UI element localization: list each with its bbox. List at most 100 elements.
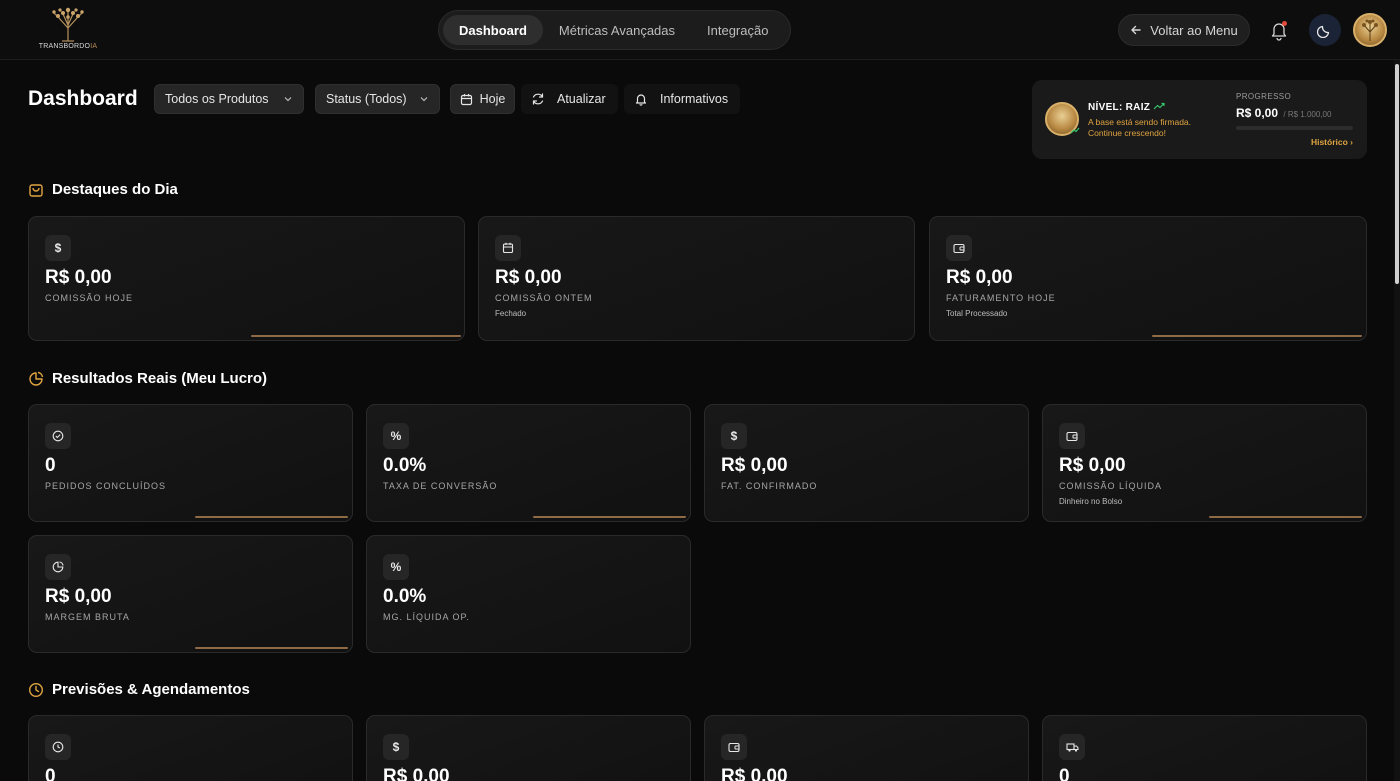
- chevron-right-icon: ›: [1350, 137, 1353, 147]
- card-gross-margin: R$ 0,00 MARGEM BRUTA: [28, 535, 353, 653]
- notifications-button[interactable]: [1268, 18, 1290, 42]
- page-title: Dashboard: [28, 87, 138, 110]
- chevron-down-icon: [284, 97, 292, 102]
- card-value: 0.0%: [383, 455, 427, 476]
- card-value: 0: [45, 455, 56, 476]
- history-link[interactable]: Histórico ›: [1311, 137, 1353, 147]
- back-to-menu-button[interactable]: Voltar ao Menu: [1118, 14, 1250, 46]
- today-button[interactable]: Hoje: [450, 84, 515, 114]
- bell-icon: [635, 94, 647, 106]
- chevron-down-icon: [420, 97, 428, 102]
- card-value: R$ 0,00: [946, 267, 1013, 288]
- trend-up-icon: [1070, 127, 1080, 134]
- check-circle-icon: [45, 423, 71, 449]
- tree-emblem-icon: [1362, 19, 1378, 41]
- dollar-icon: $: [45, 235, 71, 261]
- pie-chart-icon: [29, 371, 44, 386]
- card-net-margin: % 0.0% MG. LÍQUIDA OP.: [366, 535, 691, 653]
- card-subtitle: Fechado: [495, 309, 527, 318]
- section-title-results-label: Resultados Reais (Meu Lucro): [52, 370, 268, 387]
- logo[interactable]: TRANSBORDOIA: [36, 6, 100, 54]
- tab-dashboard[interactable]: Dashboard: [443, 15, 543, 45]
- card-label: COMISSÃO HOJE: [45, 293, 134, 303]
- section-title-forecasts-label: Previsões & Agendamentos: [52, 681, 250, 698]
- card-label: PEDIDOS CONCLUÍDOS: [45, 481, 167, 491]
- shopping-bag-icon: [29, 183, 43, 197]
- scrollbar-thumb[interactable]: [1395, 64, 1399, 284]
- main-tabs: Dashboard Métricas Avançadas Integração: [438, 10, 791, 50]
- calendar-icon: [495, 235, 521, 261]
- section-title-highlights-label: Destaques do Dia: [52, 181, 178, 198]
- wallet-icon: [721, 734, 747, 760]
- card-commission-yesterday: R$ 0,00 COMISSÃO ONTEM Fechado: [478, 216, 915, 341]
- card-value: R$ 0,00: [45, 586, 112, 607]
- card-accent-line: [195, 647, 348, 649]
- info-label: Informativos: [660, 92, 729, 106]
- card-value: R$ 0,00: [721, 766, 788, 781]
- products-select[interactable]: Todos os Produtos: [154, 84, 304, 114]
- pie-icon: [45, 554, 71, 580]
- card-conversion-rate: % 0.0% TAXA DE CONVERSÃO: [366, 404, 691, 522]
- section-title-highlights: Destaques do Dia: [28, 181, 178, 198]
- card-value: 0.0%: [383, 586, 427, 607]
- card-label: MARGEM BRUTA: [45, 612, 130, 622]
- card-value: R$ 0,00: [1059, 455, 1126, 476]
- history-label: Histórico: [1310, 137, 1348, 147]
- level-title: NÍVEL: RAIZ: [1088, 102, 1151, 113]
- today-label: Hoje: [479, 92, 506, 106]
- progress-goal: / R$ 1.000,00: [1283, 110, 1332, 119]
- card-forecast-value: $ R$ 0,00: [366, 715, 691, 781]
- progress-bar: [1236, 126, 1353, 130]
- section-title-results: Resultados Reais (Meu Lucro): [28, 370, 267, 387]
- card-value: R$ 0,00: [495, 267, 562, 288]
- clock-icon: [45, 734, 71, 760]
- back-to-menu-label: Voltar ao Menu: [1150, 22, 1238, 38]
- level-description: A base está sendo firmada. Continue cres…: [1088, 117, 1192, 138]
- calendar-icon: [460, 93, 472, 105]
- wallet-icon: [1059, 423, 1085, 449]
- refresh-icon: [532, 93, 544, 105]
- products-select-value: Todos os Produtos: [165, 92, 269, 106]
- card-commission-today: $ R$ 0,00 COMISSÃO HOJE: [28, 216, 465, 341]
- card-value: 0: [1059, 766, 1070, 781]
- user-avatar[interactable]: [1353, 13, 1387, 47]
- card-value: R$ 0,00: [383, 766, 450, 781]
- card-accent-line: [195, 516, 348, 518]
- card-revenue-today: R$ 0,00 FATURAMENTO HOJE Total Processad…: [929, 216, 1367, 341]
- card-label: FAT. CONFIRMADO: [721, 481, 818, 491]
- card-label: FATURAMENTO HOJE: [946, 293, 1056, 303]
- arrow-left-icon: [1131, 25, 1141, 35]
- clock-icon: [28, 682, 44, 697]
- dollar-icon: $: [721, 423, 747, 449]
- card-label: MG. LÍQUIDA OP.: [383, 612, 470, 622]
- progress-label: PROGRESSO: [1236, 92, 1292, 101]
- logo-text: TRANSBORDO: [38, 43, 91, 50]
- notification-dot: [1282, 21, 1287, 26]
- percent-icon: %: [383, 423, 409, 449]
- card-value: 0: [45, 766, 56, 781]
- card-accent-line: [533, 516, 686, 518]
- card-value: R$ 0,00: [721, 455, 788, 476]
- tree-logo-icon: [52, 7, 84, 42]
- card-subtitle: Total Processado: [946, 309, 1008, 318]
- status-select[interactable]: Status (Todos): [315, 84, 440, 114]
- truck-icon: [1059, 734, 1085, 760]
- refresh-button[interactable]: Atualizar: [521, 84, 618, 114]
- card-subtitle: Dinheiro no Bolso: [1059, 497, 1123, 506]
- card-net-commission: R$ 0,00 COMISSÃO LÍQUIDA Dinheiro no Bol…: [1042, 404, 1367, 522]
- card-accent-line: [251, 335, 461, 337]
- tab-integration[interactable]: Integração: [691, 15, 784, 45]
- info-button[interactable]: Informativos: [624, 84, 740, 114]
- card-value: R$ 0,00: [45, 267, 112, 288]
- card-label: TAXA DE CONVERSÃO: [383, 481, 498, 491]
- card-accent-line: [1209, 516, 1362, 518]
- moon-icon: [1317, 25, 1330, 38]
- logo-suffix: IA: [90, 43, 98, 50]
- tab-advanced-metrics[interactable]: Métricas Avançadas: [543, 15, 691, 45]
- card-label: COMISSÃO ONTEM: [495, 293, 593, 303]
- dollar-icon: $: [383, 734, 409, 760]
- card-forecast-wallet: R$ 0,00: [704, 715, 1029, 781]
- theme-toggle-button[interactable]: [1309, 14, 1341, 46]
- card-label: COMISSÃO LÍQUIDA: [1059, 481, 1163, 491]
- card-forecast-scheduled: 0: [28, 715, 353, 781]
